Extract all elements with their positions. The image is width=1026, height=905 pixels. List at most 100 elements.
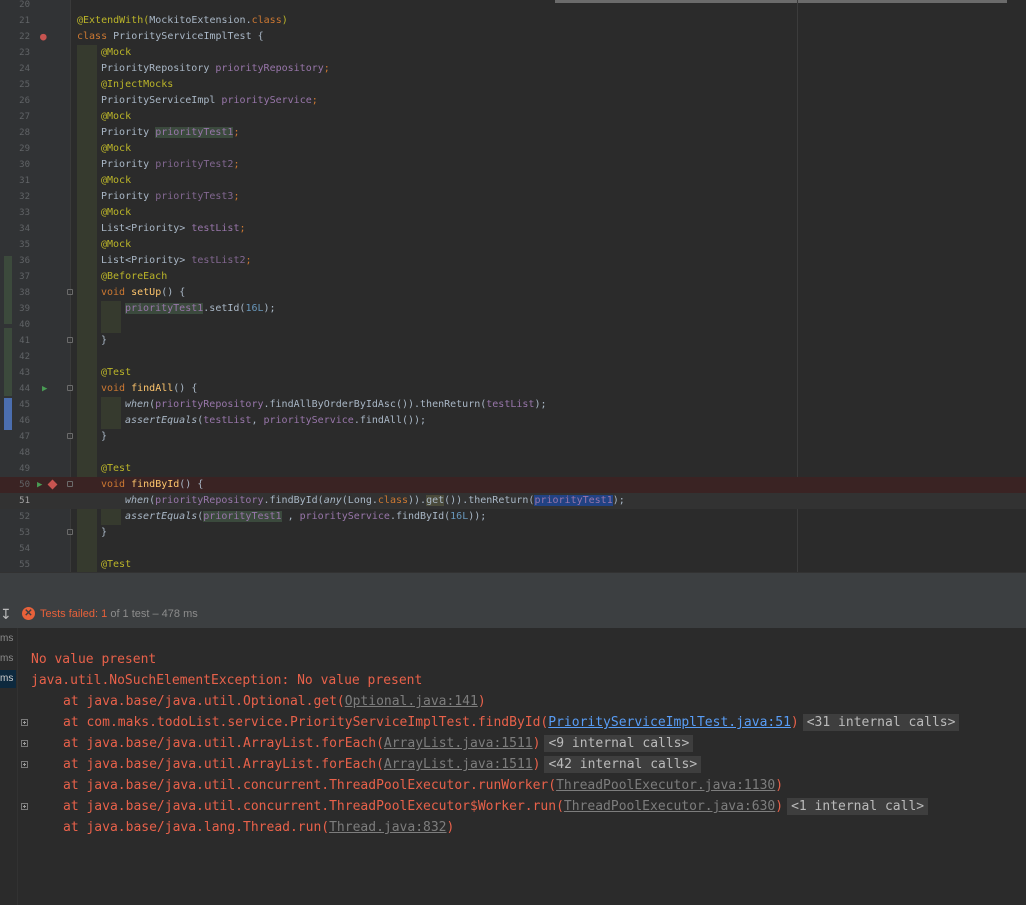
code-line-current[interactable]: 51 when(priorityRepository.findById(any(… xyxy=(0,493,1026,509)
fold-icon[interactable] xyxy=(67,337,73,343)
internal-calls-fold[interactable]: <31 internal calls> xyxy=(802,714,960,731)
code-line[interactable]: 28 Priority priorityTest1; xyxy=(0,125,1026,141)
run-test-class-icon[interactable]: ● xyxy=(40,29,47,45)
line-number: 31 xyxy=(19,176,30,186)
line-number: 43 xyxy=(19,368,30,378)
code-line[interactable]: 42 xyxy=(0,349,1026,365)
panel-splitter[interactable] xyxy=(0,572,1026,602)
stack-frame: at java.base/java.util.Optional.get(Opti… xyxy=(63,694,486,709)
code-line[interactable]: 20 xyxy=(0,0,1026,13)
line-number: 40 xyxy=(19,320,30,330)
test-duration-selected[interactable]: ms xyxy=(0,670,16,688)
stack-frame: at java.base/java.util.ArrayList.forEach… xyxy=(63,733,694,754)
code-line[interactable]: 36 List<Priority> testList2; xyxy=(0,253,1026,269)
test-output-console[interactable]: No value present java.util.NoSuchElement… xyxy=(18,628,1026,905)
test-tree-panel[interactable]: ms ms ms xyxy=(0,628,18,905)
line-number: 45 xyxy=(19,400,30,410)
code-line[interactable]: 30 Priority priorityTest2; xyxy=(0,157,1026,173)
line-number: 47 xyxy=(19,432,30,442)
code-line[interactable]: 24 PriorityRepository priorityRepository… xyxy=(0,61,1026,77)
code-line[interactable]: 46 assertEquals(testList, priorityServic… xyxy=(0,413,1026,429)
code-line[interactable]: 34 List<Priority> testList; xyxy=(0,221,1026,237)
expand-icon[interactable] xyxy=(21,719,28,726)
code-line[interactable]: 37 @BeforeEach xyxy=(0,269,1026,285)
test-failed-icon: ✕ xyxy=(22,607,35,620)
error-message: No value present xyxy=(31,652,157,667)
code-editor[interactable]: 20 21 @ExtendWith(MockitoExtension.class… xyxy=(0,0,1026,572)
code-line[interactable]: 43 @Test xyxy=(0,365,1026,381)
line-number: 54 xyxy=(19,544,30,554)
line-number: 39 xyxy=(19,304,30,314)
code-line[interactable]: 53 } xyxy=(0,525,1026,541)
code-line[interactable]: 39 priorityTest1.setId(16L); xyxy=(0,301,1026,317)
test-duration[interactable]: ms xyxy=(0,650,16,668)
code-line[interactable]: 21 @ExtendWith(MockitoExtension.class) xyxy=(0,13,1026,29)
line-number: 49 xyxy=(19,464,30,474)
source-link[interactable]: Optional.java:141 xyxy=(345,694,478,709)
expand-icon[interactable] xyxy=(21,803,28,810)
source-link[interactable]: ArrayList.java:1511 xyxy=(384,757,533,772)
code-line[interactable]: 27 @Mock xyxy=(0,109,1026,125)
code-line[interactable]: 48 xyxy=(0,445,1026,461)
expand-icon[interactable] xyxy=(21,761,28,768)
code-line[interactable]: 45 when(priorityRepository.findAllByOrde… xyxy=(0,397,1026,413)
fold-icon[interactable] xyxy=(67,481,73,487)
line-number: 37 xyxy=(19,272,30,282)
stack-frame: at java.base/java.util.concurrent.Thread… xyxy=(63,796,929,817)
run-test-icon[interactable]: ▶ xyxy=(42,381,47,397)
code-line[interactable]: 33 @Mock xyxy=(0,205,1026,221)
line-number: 42 xyxy=(19,352,30,362)
code-line[interactable]: 25 @InjectMocks xyxy=(0,77,1026,93)
line-number: 48 xyxy=(19,448,30,458)
code-line[interactable]: 22 ● class PriorityServiceImplTest { xyxy=(0,29,1026,45)
code-line-breakpoint[interactable]: 50 ▶ void findById() { xyxy=(0,477,1026,493)
run-test-icon[interactable]: ▶ xyxy=(37,477,42,493)
source-link[interactable]: ArrayList.java:1511 xyxy=(384,736,533,751)
fold-icon[interactable] xyxy=(67,385,73,391)
stack-frame: at java.base/java.util.ArrayList.forEach… xyxy=(63,754,702,775)
test-duration[interactable]: ms xyxy=(0,630,16,648)
fold-icon[interactable] xyxy=(67,529,73,535)
line-number: 33 xyxy=(19,208,30,218)
code-line[interactable]: 35 @Mock xyxy=(0,237,1026,253)
code-line[interactable]: 26 PriorityServiceImpl priorityService; xyxy=(0,93,1026,109)
source-link[interactable]: PriorityServiceImplTest.java:51 xyxy=(548,715,791,730)
code-line[interactable]: 29 @Mock xyxy=(0,141,1026,157)
source-link[interactable]: ThreadPoolExecutor.java:1130 xyxy=(556,778,775,793)
code-line[interactable]: 52 assertEquals(priorityTest1 , priority… xyxy=(0,509,1026,525)
tree-toggle-icon[interactable]: ↧ xyxy=(0,604,12,624)
code-line[interactable]: 41 } xyxy=(0,333,1026,349)
code-line[interactable]: 38 void setUp() { xyxy=(0,285,1026,301)
line-number: 28 xyxy=(19,128,30,138)
internal-calls-fold[interactable]: <1 internal call> xyxy=(787,798,929,815)
line-number: 27 xyxy=(19,112,30,122)
code-line[interactable]: 44 ▶ void findAll() { xyxy=(0,381,1026,397)
code-line[interactable]: 23 @Mock xyxy=(0,45,1026,61)
line-number: 22 xyxy=(19,32,30,42)
line-number: 32 xyxy=(19,192,30,202)
line-number: 36 xyxy=(19,256,30,266)
source-link[interactable]: Thread.java:832 xyxy=(329,820,446,835)
fold-icon[interactable] xyxy=(67,433,73,439)
line-number: 55 xyxy=(19,560,30,570)
internal-calls-fold[interactable]: <42 internal calls> xyxy=(544,756,702,773)
breakpoint-icon[interactable] xyxy=(47,479,58,490)
exception-line: java.util.NoSuchElementException: No val… xyxy=(31,673,423,688)
fold-icon[interactable] xyxy=(67,289,73,295)
code-line[interactable]: 55 @Test xyxy=(0,557,1026,572)
line-number: 52 xyxy=(19,512,30,522)
code-line[interactable]: 47 } xyxy=(0,429,1026,445)
line-number: 51 xyxy=(19,496,30,506)
code-line[interactable]: 49 @Test xyxy=(0,461,1026,477)
stack-frame: at java.base/java.lang.Thread.run(Thread… xyxy=(63,820,455,835)
line-number: 38 xyxy=(19,288,30,298)
expand-icon[interactable] xyxy=(21,740,28,747)
code-line[interactable]: 40 xyxy=(0,317,1026,333)
internal-calls-fold[interactable]: <9 internal calls> xyxy=(544,735,694,752)
source-link[interactable]: ThreadPoolExecutor.java:630 xyxy=(564,799,775,814)
code-line[interactable]: 54 xyxy=(0,541,1026,557)
line-number: 30 xyxy=(19,160,30,170)
line-number: 21 xyxy=(19,16,30,26)
code-line[interactable]: 31 @Mock xyxy=(0,173,1026,189)
code-line[interactable]: 32 Priority priorityTest3; xyxy=(0,189,1026,205)
